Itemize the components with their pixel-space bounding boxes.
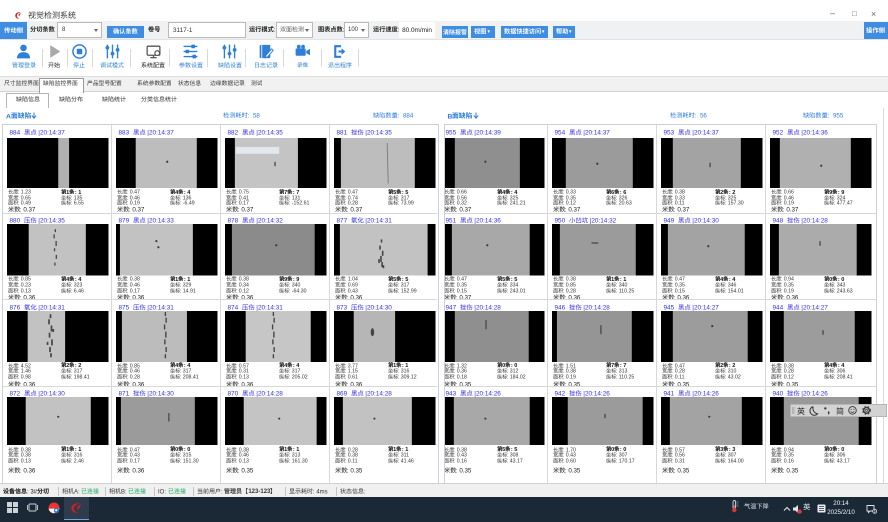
- svg-text:6: 6: [874, 509, 876, 513]
